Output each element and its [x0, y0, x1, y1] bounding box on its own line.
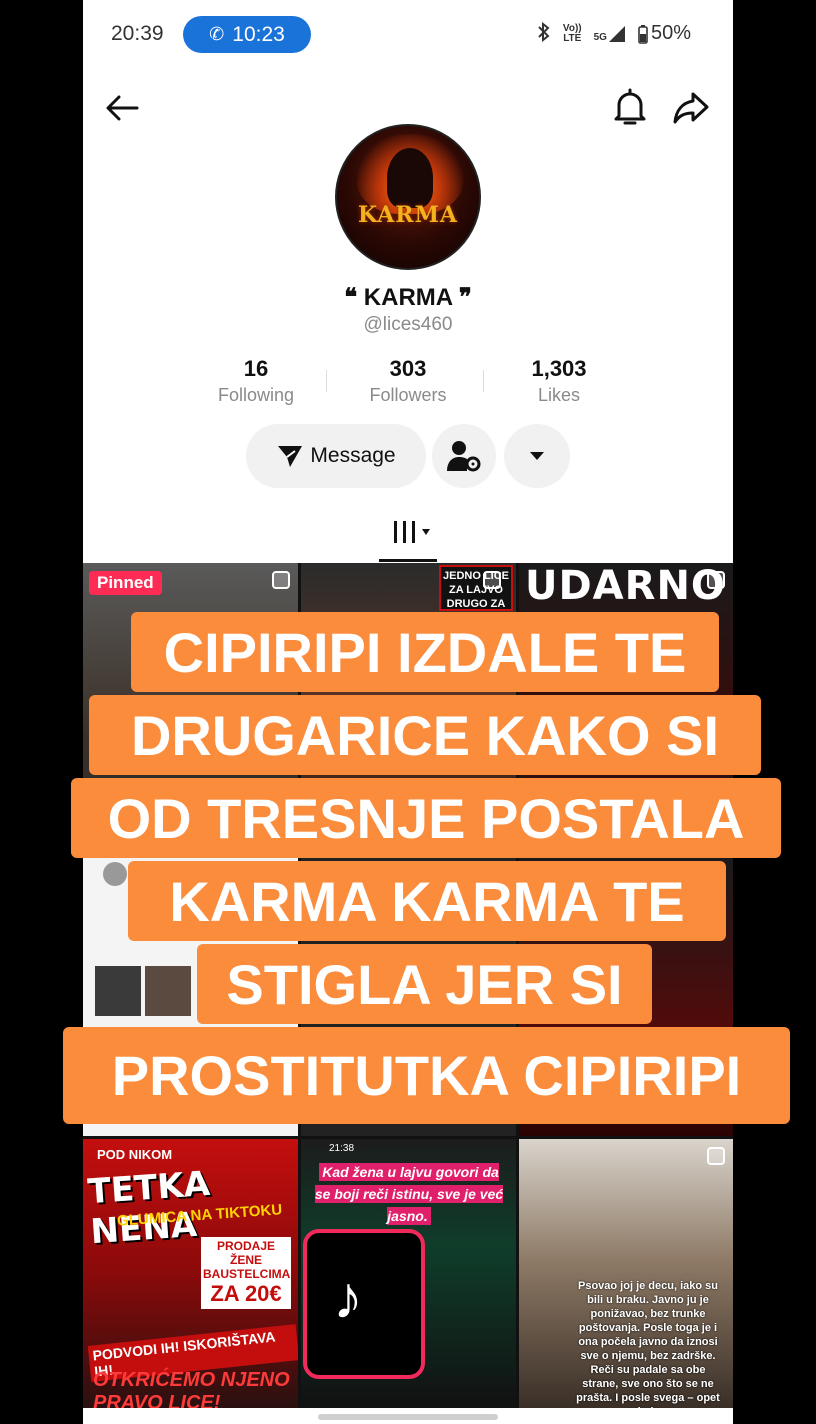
tiktok-logo-icon: ♪	[303, 1229, 425, 1379]
following-count: 16	[243, 356, 269, 381]
battery-percent: 50%	[650, 22, 691, 44]
caret-down-icon	[530, 452, 544, 460]
followers-count: 303	[389, 356, 427, 381]
video-tile[interactable]	[83, 856, 298, 1136]
video-tile[interactable]: 21:38 Kad žena u lajvu govori da se boji…	[301, 1139, 516, 1408]
tile-time: 21:38	[329, 1143, 355, 1154]
grid-columns-icon	[393, 521, 415, 543]
following-label: Following	[217, 385, 295, 405]
battery-icon	[638, 24, 648, 44]
video-tile[interactable]: UDARNO	[519, 563, 733, 853]
likes-count: 1,303	[531, 356, 587, 381]
avatar-logo-text: KARMA	[357, 202, 458, 228]
video-grid: Pinned JEDNO LICE ZA LAJVO DRUGO ZA UDAR…	[83, 563, 733, 1408]
status-icons: Vo)) LTE 5G 50%	[537, 21, 691, 45]
stat-divider	[326, 370, 327, 392]
multi-post-icon	[272, 571, 290, 589]
battery: 50%	[638, 22, 691, 45]
phone-icon: ✆	[209, 24, 225, 44]
notification-button[interactable]	[611, 86, 649, 128]
tile-title-text: ANBAŠ	[519, 996, 626, 1029]
tile-price-label: PRODAJE ŽENE BAUSTELCIMA	[203, 1239, 291, 1281]
clock: 20:39	[111, 22, 164, 45]
send-icon	[278, 446, 303, 467]
status-bar: 20:39 ✆ 10:23 Vo)) LTE 5G 50%	[83, 0, 733, 70]
tile-screenshot-thumb	[95, 966, 141, 1016]
likes-stat[interactable]: 1,303 Likes	[494, 356, 624, 406]
signal-icon	[608, 25, 625, 42]
caret-down-icon	[421, 529, 430, 535]
user-gear-icon	[447, 441, 481, 472]
volte-icon: Vo)) LTE	[562, 22, 582, 44]
display-name: ❝ KARMA ❞	[344, 284, 472, 311]
video-tile[interactable]: JEDNO LICE ZA LAJVO DRUGO ZA	[301, 563, 516, 853]
back-arrow-icon	[106, 95, 139, 121]
multi-post-icon	[483, 571, 501, 589]
tile-caption: Kad žena u lajvu govori da se boji reči …	[314, 1163, 504, 1225]
username-handle: @lices460	[363, 314, 453, 335]
tile-title-text: UDARNO	[525, 563, 726, 609]
network-type: 5G	[594, 25, 626, 43]
video-tile[interactable]: POD NIKOM TETKA NENA GLUMICA NA TIKTOKU …	[83, 1139, 298, 1408]
video-tile[interactable]: ANBAŠ	[519, 856, 733, 1136]
share-arrow-icon	[673, 92, 709, 124]
ongoing-call-pill[interactable]: ✆ 10:23	[183, 16, 311, 53]
tile-price-value: ZA 20€	[210, 1281, 282, 1306]
tile-screenshot-thumb	[145, 966, 191, 1016]
followers-label: Followers	[369, 385, 447, 405]
bell-icon	[614, 88, 646, 125]
video-tile[interactable]	[301, 856, 516, 1136]
home-indicator[interactable]	[318, 1414, 498, 1420]
follow-settings-button[interactable]	[432, 424, 496, 488]
following-stat[interactable]: 16 Following	[191, 356, 321, 406]
tile-screenshot-content	[103, 862, 127, 886]
video-tile[interactable]: Psovao joj je decu, iako su bili u braku…	[519, 1139, 733, 1408]
message-button[interactable]: Message	[246, 424, 426, 488]
phone-screen: 20:39 ✆ 10:23 Vo)) LTE 5G 50% KARMA ❝ KA…	[83, 0, 733, 1424]
call-timer: 10:23	[232, 22, 285, 46]
tab-videos[interactable]	[388, 515, 434, 549]
tile-banner-text: JEDNO LICE ZA LAJVO DRUGO ZA	[439, 565, 513, 611]
more-options-dropdown-button[interactable]	[504, 424, 570, 488]
tile-bottom-text: OTKRIĆEMO NJENO PRAVO LICE!	[93, 1369, 290, 1408]
pinned-badge: Pinned	[89, 571, 162, 595]
bluetooth-icon	[537, 21, 551, 45]
followers-stat[interactable]: 303 Followers	[343, 356, 473, 406]
multi-post-icon	[707, 1147, 725, 1165]
likes-label: Likes	[537, 385, 581, 405]
tile-top-text: POD NIKOM	[97, 1147, 173, 1162]
stat-divider	[483, 370, 484, 392]
active-tab-indicator	[379, 559, 437, 562]
tile-caption: Psovao joj je decu, iako su bili u braku…	[576, 1280, 720, 1408]
message-label: Message	[310, 444, 396, 467]
video-tile[interactable]: Pinned	[83, 563, 298, 853]
back-button[interactable]	[103, 88, 143, 128]
multi-post-icon	[707, 571, 725, 589]
profile-avatar[interactable]: KARMA	[335, 124, 481, 270]
avatar-hooded-figure	[387, 148, 433, 208]
tile-price-box: PRODAJE ŽENE BAUSTELCIMA ZA 20€	[201, 1237, 291, 1309]
share-button[interactable]	[671, 88, 711, 128]
